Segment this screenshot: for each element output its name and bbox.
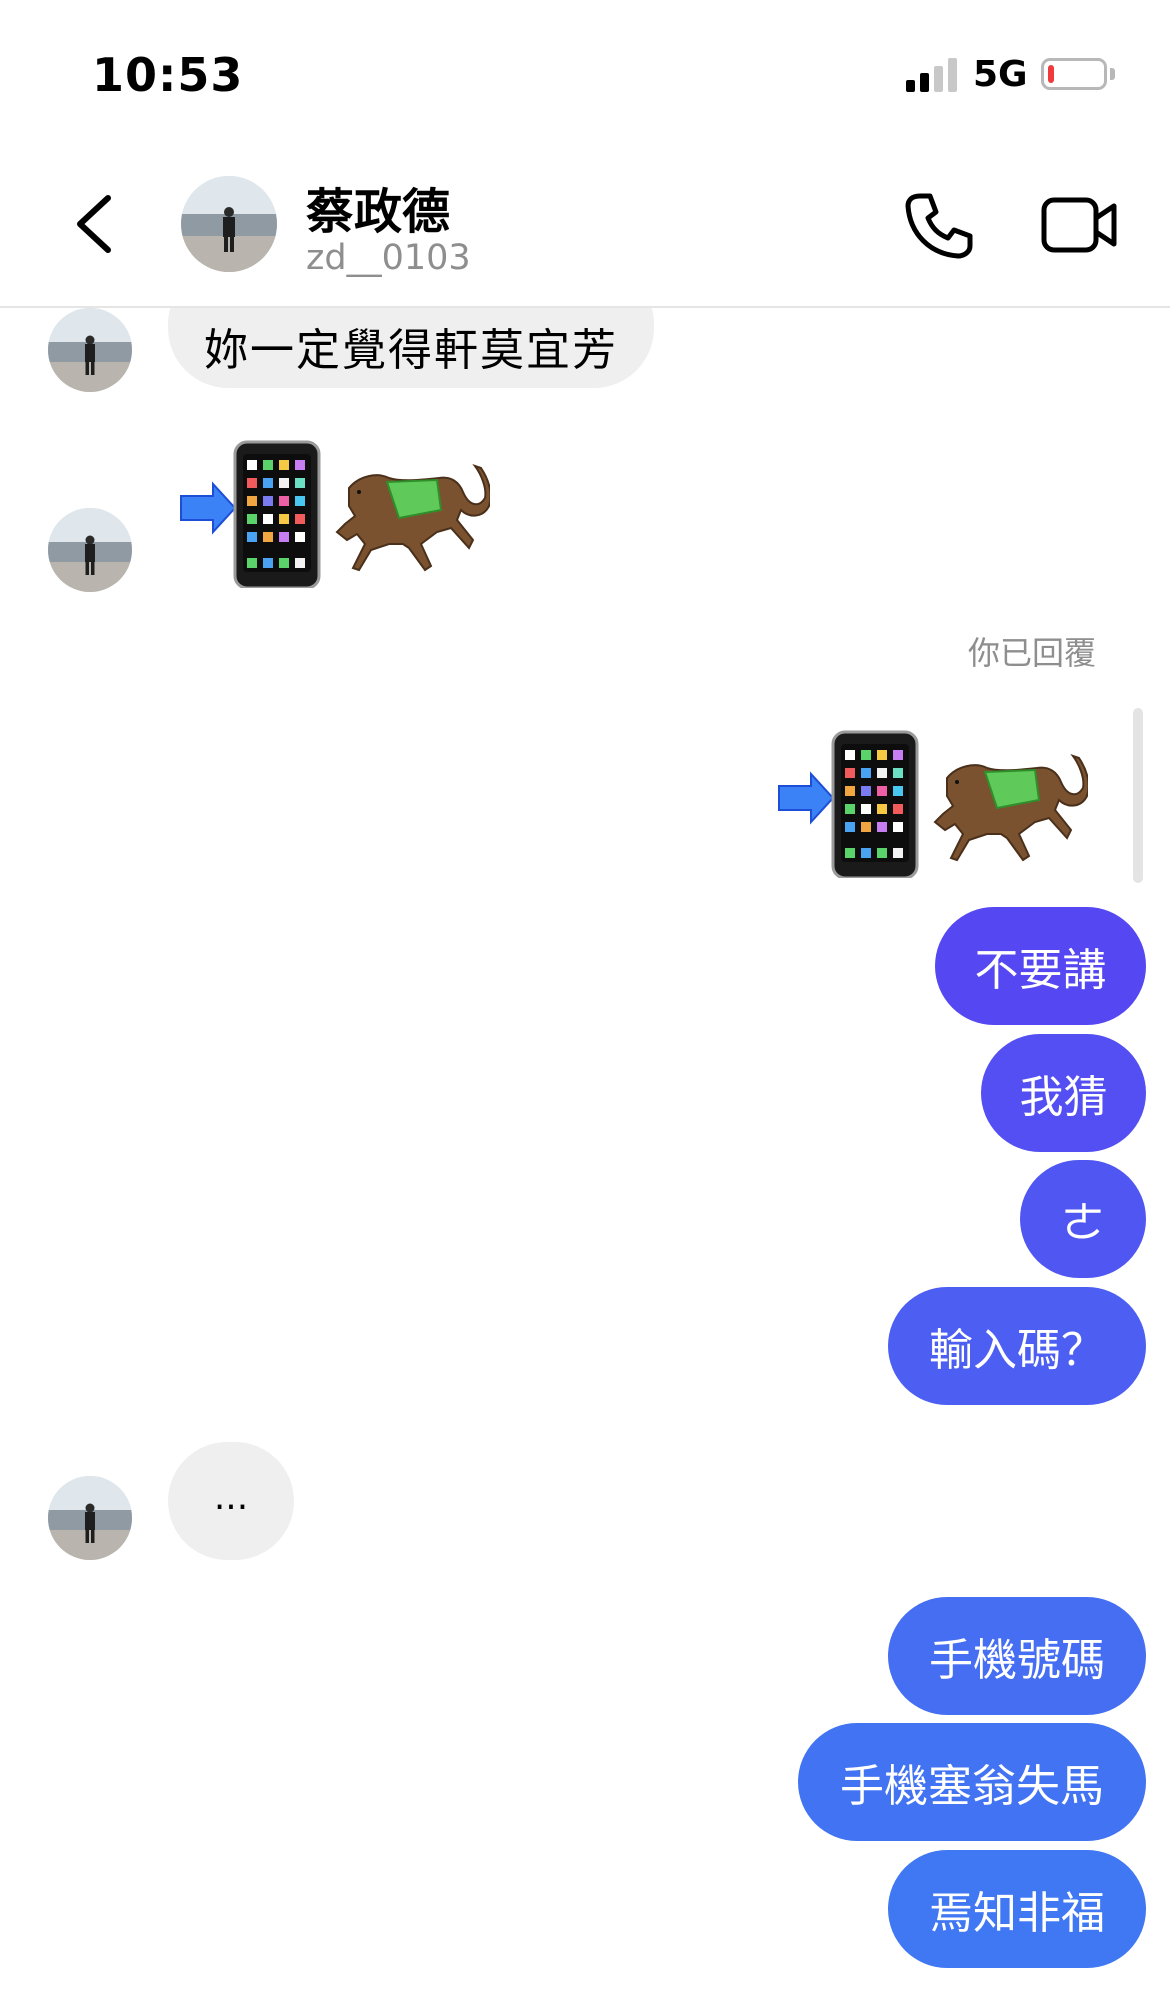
network-type: 5G (973, 54, 1028, 95)
message-text: 手機塞翁失馬 (840, 1761, 1104, 1812)
video-call-button[interactable] (1040, 190, 1120, 260)
message-text: ㄜ (1061, 1198, 1105, 1249)
message-text: 不要講 (974, 945, 1107, 996)
scrollbar[interactable] (1133, 708, 1143, 883)
voice-call-button[interactable] (898, 186, 978, 266)
message-text: 我猜 (1019, 1072, 1108, 1123)
message-text: 手機號碼 (929, 1635, 1105, 1686)
incoming-message[interactable]: 妳一定覺得軒莫宜芳 (168, 308, 654, 388)
battery-cap (1110, 68, 1115, 80)
outgoing-message[interactable]: 手機塞翁失馬 (798, 1723, 1146, 1841)
phone-icon (905, 193, 973, 259)
status-bar: 10:53 5G (0, 0, 1170, 140)
outgoing-message[interactable]: 焉知非福 (888, 1850, 1146, 1968)
avatar[interactable] (48, 308, 132, 392)
message-text: 妳一定覺得軒莫宜芳 (204, 325, 618, 376)
contact-name[interactable]: 蔡政德 (306, 172, 450, 242)
outgoing-message[interactable]: 不要講 (935, 907, 1146, 1025)
message-text: 焉知非福 (929, 1888, 1105, 1939)
contact-avatar[interactable] (181, 176, 277, 272)
reply-label: 你已回覆 (967, 634, 1096, 672)
avatar[interactable] (48, 508, 132, 592)
outgoing-message[interactable]: 我猜 (981, 1034, 1146, 1152)
avatar[interactable] (48, 1476, 132, 1560)
arrow-phone-horse-emoji (776, 728, 1088, 878)
arrow-phone-horse-emoji (178, 438, 490, 588)
chevron-left-icon (77, 195, 111, 253)
outgoing-message[interactable]: 輸入碼？ (888, 1287, 1146, 1405)
contact-handle[interactable]: zd__0103 (306, 238, 471, 278)
outgoing-emoji-message[interactable] (776, 728, 1088, 878)
message-text: 輸入碼？ (929, 1325, 1105, 1376)
status-time: 10:53 (92, 48, 244, 102)
signal-strength-icon (906, 58, 958, 92)
outgoing-message[interactable]: 手機號碼 (888, 1597, 1146, 1715)
back-button[interactable] (62, 184, 132, 264)
battery-icon (1041, 58, 1107, 90)
message-list[interactable]: 妳一定覺得軒莫宜芳 你已回覆 不要講 我猜 ㄜ 輸入碼？ ... 手機號碼 手機… (0, 308, 1170, 1991)
outgoing-message[interactable]: ㄜ (1020, 1160, 1146, 1278)
typing-indicator: ... (168, 1442, 294, 1560)
chat-header: 蔡政德 zd__0103 (0, 140, 1170, 308)
video-camera-icon (1041, 197, 1117, 253)
typing-dots: ... (213, 1476, 249, 1518)
incoming-emoji-message[interactable] (178, 438, 490, 588)
